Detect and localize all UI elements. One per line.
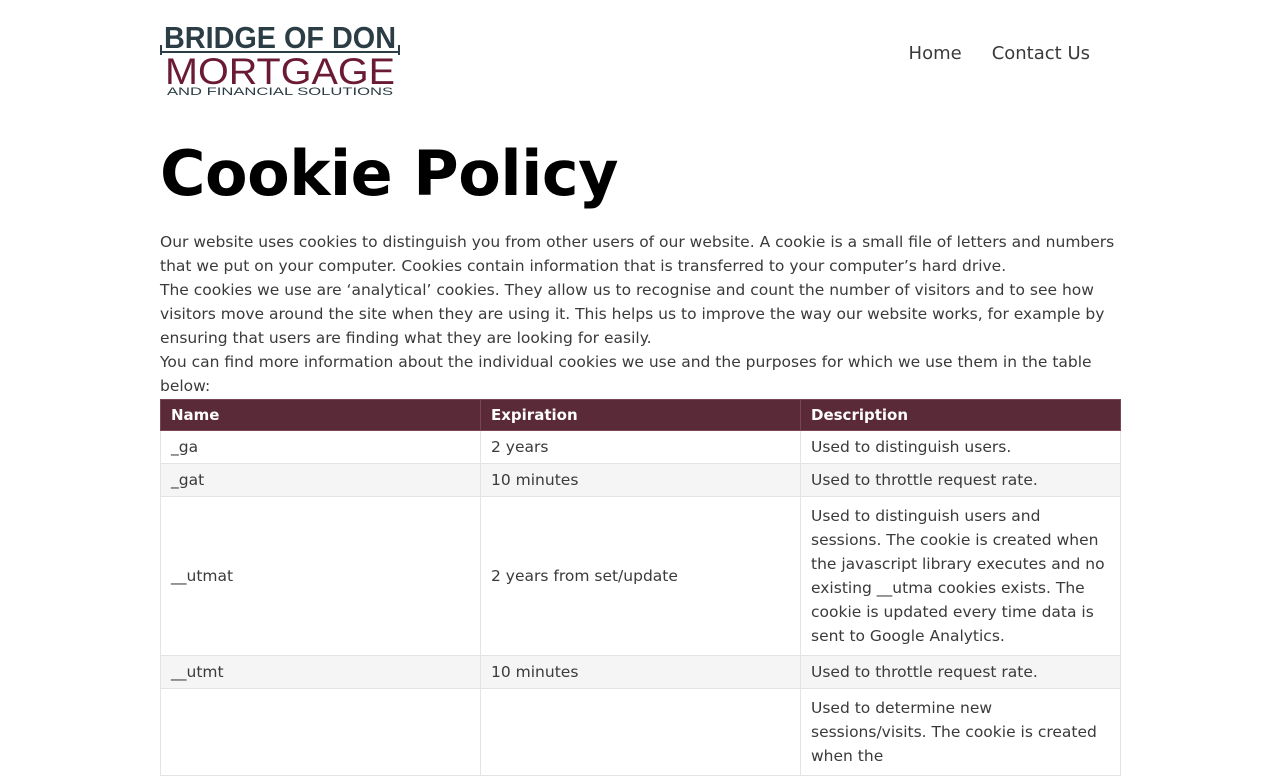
table-row: __utmat 2 years from set/update Used to … [160,496,1121,656]
column-header-name: Name [160,399,481,431]
logo-rule-left [160,45,162,55]
main-nav: Home Contact Us [909,42,1090,66]
table-row: __utmt 10 minutes Used to throttle reque… [160,655,1121,689]
column-header-expiration: Expiration [480,399,801,431]
logo-rule-right [398,45,400,55]
nav-contact-link[interactable]: Contact Us [992,42,1090,66]
cell-name: __utmt [160,655,481,689]
cell-name [160,688,481,776]
table-row: _ga 2 years Used to distinguish users. [160,430,1121,464]
cell-description: Used to distinguish users and sessions. … [800,496,1121,656]
logo-line-1: BRIDGE OF DON [164,20,396,55]
cell-description: Used to throttle request rate. [800,655,1121,689]
cell-expiration: 2 years from set/update [480,496,801,656]
cell-expiration: 10 minutes [480,655,801,689]
cell-expiration [480,688,801,776]
page-title: Cookie Policy [160,137,619,210]
intro-paragraph-1: Our website uses cookies to distinguish … [160,233,1115,275]
cell-description: Used to distinguish users. [800,430,1121,464]
intro-paragraph-2: The cookies we use are ‘analytical’ cook… [160,281,1105,347]
table-header-row: Name Expiration Description [160,399,1121,431]
logo-graphic: BRIDGE OF DON MORTGAGE AND FINANCIAL SOL… [160,20,400,98]
cell-name: __utmat [160,496,481,656]
logo-line-3: AND FINANCIAL SOLUTIONS [167,86,393,98]
cookie-table: Name Expiration Description _ga 2 years … [160,399,1121,776]
cell-expiration: 10 minutes [480,463,801,497]
site-header: BRIDGE OF DON MORTGAGE AND FINANCIAL SOL… [160,0,1120,110]
table-row: Used to determine new sessions/visits. T… [160,688,1121,776]
cell-description: Used to throttle request rate. [800,463,1121,497]
table-row: _gat 10 minutes Used to throttle request… [160,463,1121,497]
column-header-description: Description [800,399,1121,431]
site-logo[interactable]: BRIDGE OF DON MORTGAGE AND FINANCIAL SOL… [160,18,400,100]
cell-expiration: 2 years [480,430,801,464]
intro-text: Our website uses cookies to distinguish … [160,230,1120,398]
nav-home-link[interactable]: Home [909,42,962,66]
cell-name: _ga [160,430,481,464]
intro-paragraph-3: You can find more information about the … [160,353,1092,395]
cell-description: Used to determine new sessions/visits. T… [800,688,1121,776]
page-container: BRIDGE OF DON MORTGAGE AND FINANCIAL SOL… [160,0,1121,776]
cell-name: _gat [160,463,481,497]
